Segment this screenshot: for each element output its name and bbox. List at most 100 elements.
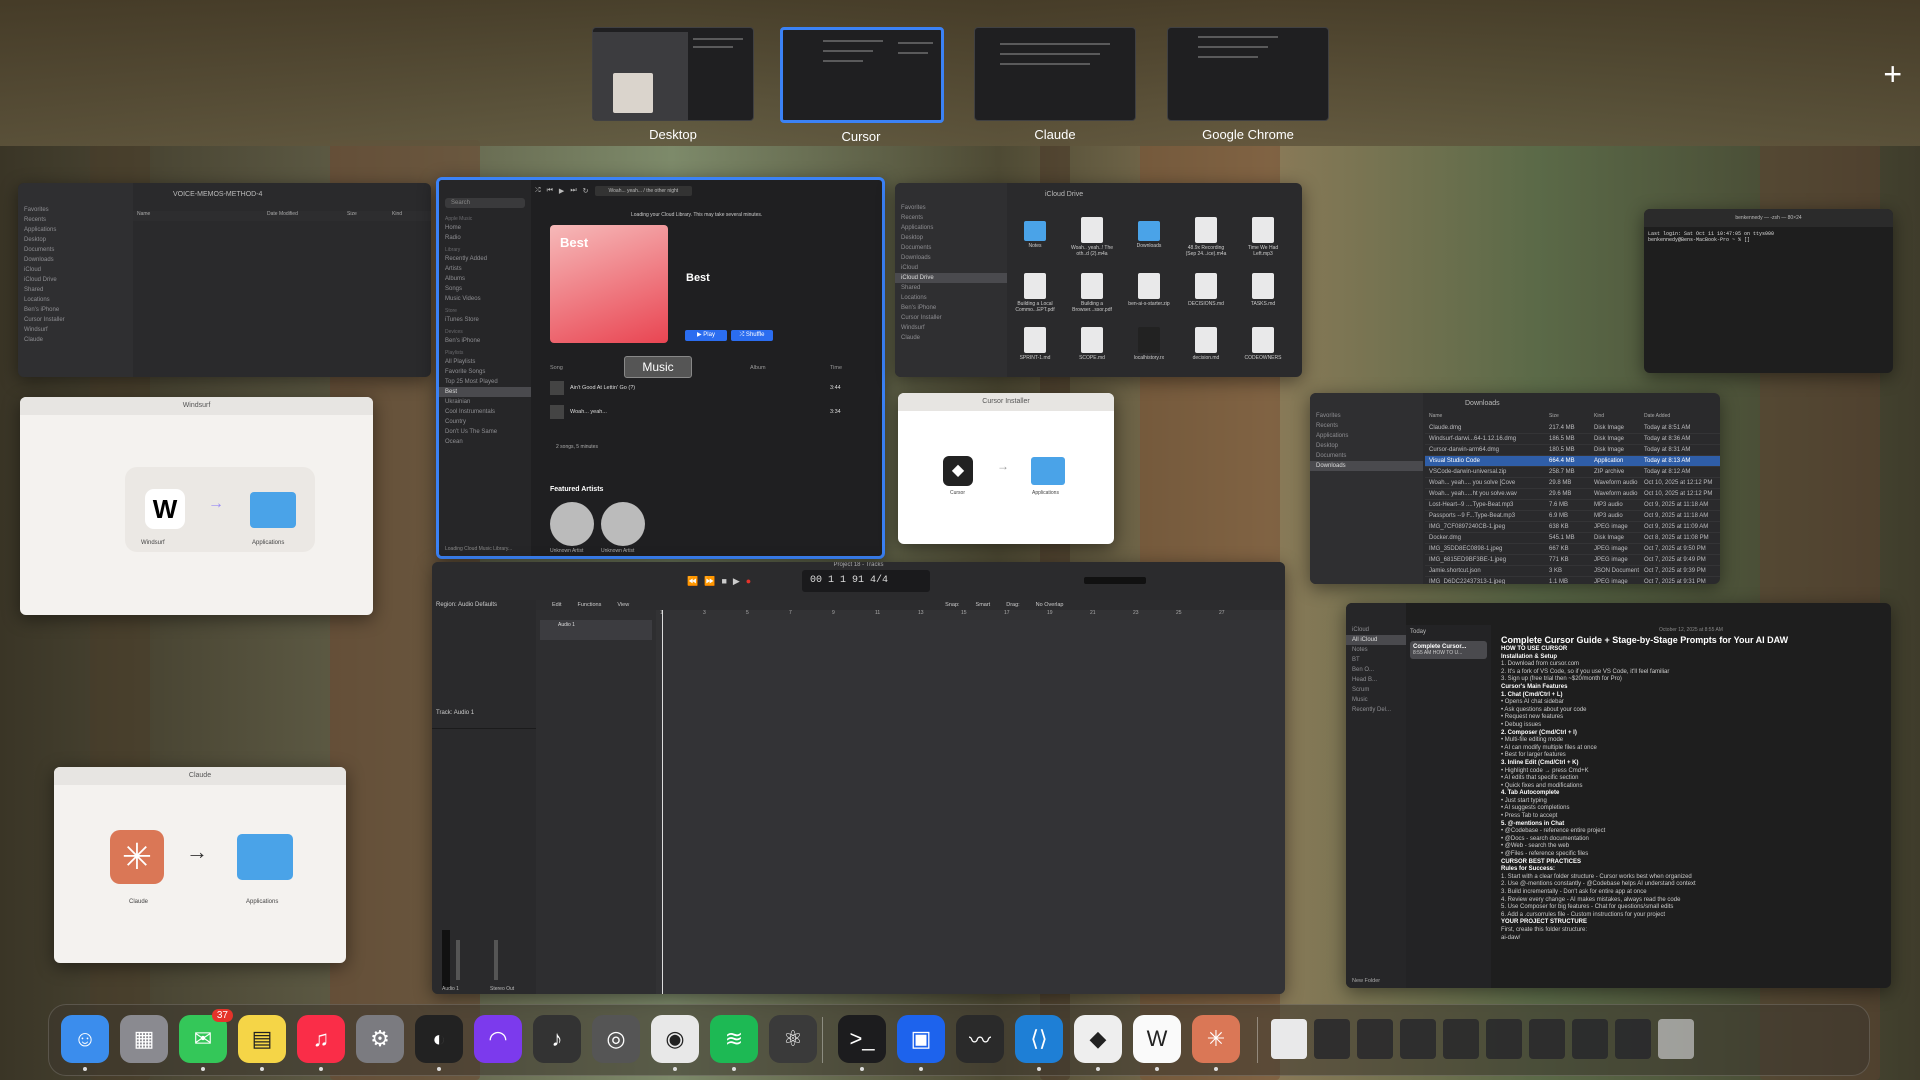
finder-window-icloud-drive[interactable]: Favorites Recents Applications Desktop D… (895, 183, 1302, 377)
sidebar-item[interactable]: Music Videos (439, 294, 531, 304)
sidebar-item[interactable]: Documents (1310, 451, 1423, 461)
sidebar-item[interactable]: Windsurf (18, 325, 133, 335)
windsurf-icon[interactable]: W (1133, 1015, 1181, 1071)
file-item[interactable]: TASKS.md (1241, 273, 1285, 307)
space-cursor[interactable]: Cursor (780, 27, 944, 144)
minimized-window[interactable] (1443, 1019, 1479, 1059)
column-header[interactable]: Name Date Modified Size Kind (133, 211, 431, 221)
sidebar-item[interactable]: Ocean (439, 437, 531, 447)
volume-fader[interactable] (494, 940, 498, 980)
sidebar-item[interactable]: Favorites (1310, 411, 1423, 421)
next-icon[interactable]: ⏭ (570, 187, 576, 195)
shuffle-button[interactable]: ⤮ Shuffle (731, 330, 773, 341)
table-row[interactable]: Windsurf-darwi...64-1.12.16.dmg 186.5 MB D… (1425, 434, 1720, 445)
table-row[interactable]: Woah... yeah.... you solve [Cove 29.8 MB W… (1425, 478, 1720, 489)
minimized-window[interactable] (1572, 1019, 1608, 1059)
table-row[interactable]: Cursor-darwin-arm64.dmg 180.5 MB Disk Imag… (1425, 445, 1720, 456)
table-row[interactable]: Jamie.shortcut.json 3 KB JSON Document Oct … (1425, 566, 1720, 577)
lcd-display[interactable]: 00 1 1 91 4/4 (802, 570, 930, 592)
terminal-window[interactable]: benkennedy — -zsh — 80×24 Last login: Sa… (1644, 209, 1893, 373)
space-google-chrome[interactable]: Google Chrome (1167, 27, 1329, 142)
search-input[interactable]: Search (445, 198, 525, 208)
trash-icon[interactable] (1658, 1019, 1694, 1059)
file-item[interactable]: Notes (1013, 217, 1057, 249)
file-item[interactable]: decision.md (1184, 327, 1228, 361)
sidebar-item[interactable]: Windsurf (895, 323, 1007, 333)
table-row[interactable]: Claude.dmg 217.4 MB Disk Image Today at 8:5… (1425, 423, 1720, 434)
atom-icon[interactable]: ⚛ (769, 1015, 817, 1063)
col-kind[interactable]: Kind (1594, 413, 1644, 422)
playhead[interactable] (662, 610, 663, 994)
table-row[interactable]: Docker.dmg 545.1 MB Disk Image Oct 8, 2025 … (1425, 533, 1720, 544)
sidebar-item[interactable]: Top 25 Most Played (439, 377, 531, 387)
folder-item[interactable]: Head B... (1346, 675, 1406, 685)
sidebar-item[interactable]: Ukrainian (439, 397, 531, 407)
folder-item[interactable]: Scrum (1346, 685, 1406, 695)
sidebar-item-icloud-drive[interactable]: iCloud Drive (895, 273, 1007, 283)
notes-window[interactable]: iCloud All iCloud Notes BT Ben O... Head… (1346, 603, 1891, 988)
sidebar-item[interactable]: Recents (1310, 421, 1423, 431)
file-item[interactable]: Time We Had Left.mp3 (1241, 217, 1285, 257)
file-item[interactable]: Building a Local Commo...EPT.pdf (1013, 273, 1057, 313)
minimized-window[interactable] (1529, 1019, 1565, 1059)
folder-item[interactable]: Music (1346, 695, 1406, 705)
messages-icon[interactable]: ✉ 37 (179, 1009, 233, 1071)
sidebar-item[interactable]: Applications (895, 223, 1007, 233)
file-item[interactable]: DECISIONS.md (1184, 273, 1228, 307)
artist-avatar[interactable] (601, 502, 645, 546)
play-icon[interactable]: ▶ (559, 187, 564, 195)
sidebar-item[interactable]: Cool Instrumentals (439, 407, 531, 417)
record-icon[interactable]: ● (746, 576, 751, 587)
play-button[interactable]: ▶ Play (685, 330, 727, 341)
play-icon[interactable]: ▶ (733, 576, 740, 587)
volume-fader[interactable] (456, 940, 460, 980)
sidebar-item[interactable]: Claude (18, 335, 133, 345)
file-item[interactable]: 48.9x Recording (Sep 24...ice).m4a (1184, 217, 1228, 257)
chrome-icon[interactable]: ◉ (651, 1015, 699, 1071)
table-row[interactable]: Lost-Heart--9 ....Type-Beat.mp3 7.6 MB MP3… (1425, 500, 1720, 511)
table-row[interactable]: IMG_6815ED9BF3BE-1.jpeg 771 KB JPEG image O… (1425, 555, 1720, 566)
rewind-icon[interactable]: ⏪ (687, 576, 698, 587)
audio-editor-icon[interactable]: 〰 (956, 1015, 1004, 1063)
logic-pro-window[interactable]: Project 18 - Tracks ⏪ ⏩ ■ ▶ ● 00 1 1 91 … (432, 562, 1285, 994)
col-time[interactable]: Time (830, 365, 842, 371)
cursor-icon[interactable]: ◆ (1074, 1015, 1122, 1071)
file-item[interactable]: SCOPE.md (1070, 327, 1114, 361)
sidebar-item[interactable]: Desktop (18, 235, 133, 245)
sidebar-item[interactable]: iCloud Drive (18, 275, 133, 285)
compressor-icon[interactable]: ◎ (592, 1015, 640, 1063)
table-row[interactable]: IMG_35DD8EC0898-1.jpeg 667 KB JPEG image Oc… (1425, 544, 1720, 555)
sidebar-item[interactable]: Shared (18, 285, 133, 295)
applications-folder-icon[interactable] (237, 834, 293, 880)
now-playing-display[interactable]: Woah... yeah... / the other night (594, 186, 693, 196)
sidebar-item[interactable]: Artists (439, 264, 531, 274)
stop-icon[interactable]: ■ (721, 576, 726, 587)
sidebar-item[interactable]: Cursor Installer (18, 315, 133, 325)
note-body[interactable]: Complete Cursor Guide + Stage-by-Stage P… (1491, 635, 1891, 942)
table-row[interactable]: Visual Studio Code 664.4 MB Application Tod… (1425, 456, 1720, 467)
system-settings-icon[interactable]: ⚙ (356, 1015, 404, 1063)
folder-item[interactable]: Ben O... (1346, 665, 1406, 675)
cursor-installer-window[interactable]: Cursor Installer ◆ Cursor → Applications (898, 393, 1114, 544)
sidebar-item[interactable]: Applications (18, 225, 133, 235)
claude-installer-window[interactable]: Claude ✳ Claude → Applications (54, 767, 346, 963)
sidebar-item[interactable]: Downloads (895, 253, 1007, 263)
claude-app-icon[interactable]: ✳ (110, 830, 164, 884)
note-editor[interactable]: October 12, 2025 at 8:55 AM Complete Cur… (1491, 625, 1891, 988)
artist-avatar[interactable] (550, 502, 594, 546)
table-row[interactable]: VSCode-darwin-universal.zip 258.7 MB ZIP a… (1425, 467, 1720, 478)
mainstage-icon[interactable]: ♪ (533, 1015, 581, 1063)
terminal-output[interactable]: Last login: Sat Oct 11 10:47:05 on ttys0… (1644, 227, 1893, 247)
minimized-window[interactable] (1314, 1019, 1350, 1059)
sidebar-item[interactable]: Documents (895, 243, 1007, 253)
timeline-ruler[interactable]: 13579111315171921232527 (660, 610, 1285, 620)
col-size[interactable]: Size (1549, 413, 1594, 422)
table-row[interactable]: IMG_7CF0897240CB-1.jpeg 638 KB JPEG image O… (1425, 522, 1720, 533)
sidebar-item[interactable]: Desktop (1310, 441, 1423, 451)
windsurf-installer-window[interactable]: Windsurf W Windsurf → Applications (20, 397, 373, 615)
col-album[interactable]: Album (750, 365, 830, 371)
table-row[interactable]: Passports --9 F...Type-Beat.mp3 6.9 MB MP3… (1425, 511, 1720, 522)
file-item[interactable]: SPRINT-1.md (1013, 327, 1057, 361)
sidebar-item[interactable]: Cursor Installer (895, 313, 1007, 323)
menu-view[interactable]: View (617, 602, 629, 608)
